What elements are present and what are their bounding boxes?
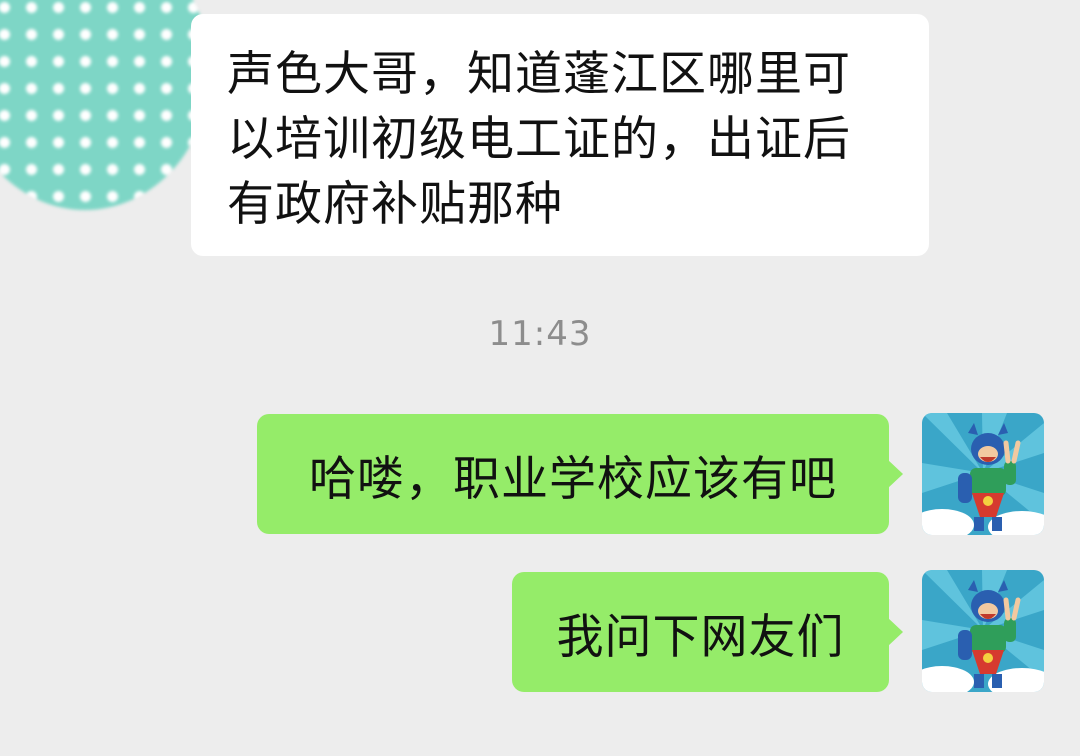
outgoing-message-bubble[interactable]: 我问下网友们 [512, 572, 903, 692]
message-text: 我问下网友们 [556, 609, 845, 665]
superhero-avatar-icon[interactable] [922, 570, 1044, 692]
superhero-avatar-icon[interactable] [922, 413, 1044, 535]
incoming-message-bubble[interactable]: 声色大哥，知道蓬江区哪里可 以培训初级电工证的，出证后 有政府补贴那种 [191, 14, 929, 256]
message-line: 以培训初级电工证的，出证后 [227, 112, 851, 167]
message-text: 哈喽，职业学校应该有吧 [309, 451, 837, 507]
message-line: 声色大哥，知道蓬江区哪里可 [227, 47, 851, 102]
message-timestamp: 11:43 [488, 314, 592, 354]
message-line: 有政府补贴那种 [227, 177, 563, 232]
outgoing-message-bubble[interactable]: 哈喽，职业学校应该有吧 [257, 414, 903, 534]
contact-avatar-icon[interactable] [0, 0, 210, 210]
